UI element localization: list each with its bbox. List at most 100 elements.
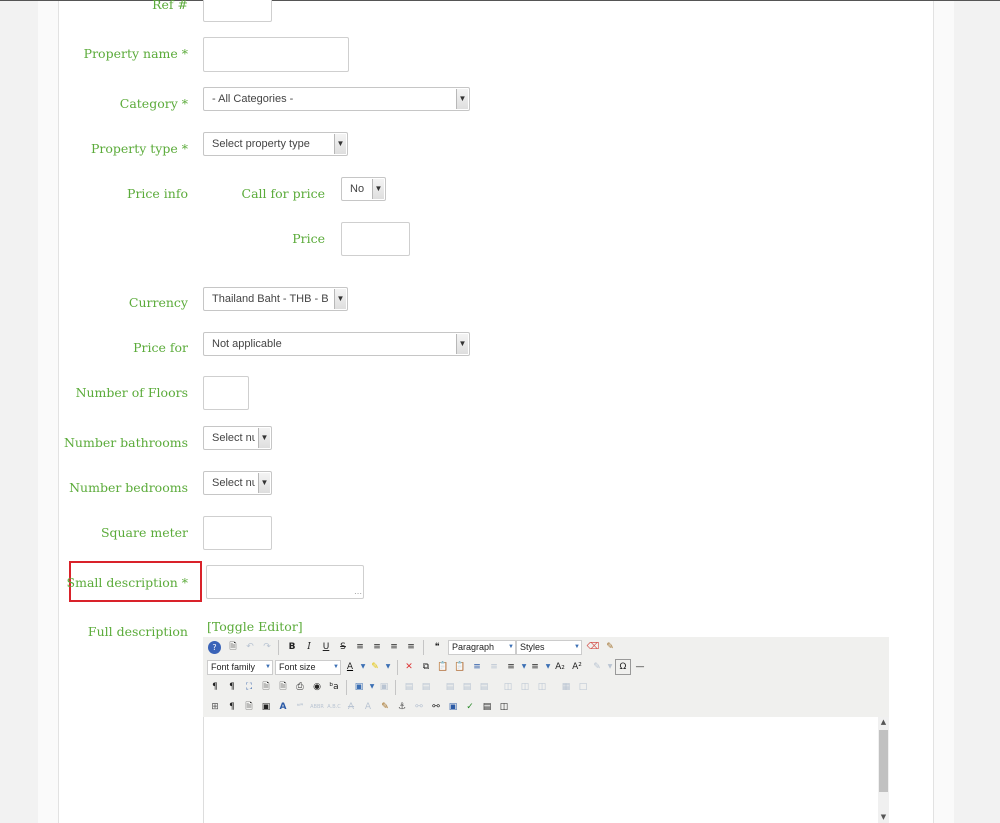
table-props-icon[interactable]: ▤: [442, 679, 458, 695]
separator: [397, 660, 398, 675]
insert-text-icon[interactable]: A: [360, 699, 376, 715]
font-style-icon[interactable]: A: [275, 699, 291, 715]
bathrooms-select[interactable]: Select number ▼: [203, 426, 272, 450]
acronym-icon[interactable]: A.B.C: [326, 699, 342, 715]
ref-input[interactable]: [203, 0, 272, 22]
undo-icon[interactable]: ↶: [242, 639, 258, 655]
quote-icon[interactable]: ❝❞: [292, 699, 308, 715]
insert-media-icon[interactable]: ▣: [258, 699, 274, 715]
paragraph-format-value: Paragraph: [452, 642, 495, 652]
scrollbar-thumb[interactable]: [879, 730, 888, 792]
outdent-icon[interactable]: ≡: [486, 659, 502, 675]
bold-icon[interactable]: B: [284, 639, 300, 655]
abbr-icon[interactable]: ABBR: [309, 699, 325, 715]
delete-image-icon[interactable]: ▣: [376, 679, 392, 695]
align-center-icon[interactable]: ≡: [369, 639, 385, 655]
rich-text-editor-area[interactable]: [203, 717, 889, 823]
underline-icon[interactable]: U: [318, 639, 334, 655]
special-char-icon[interactable]: Ω: [615, 659, 631, 675]
chevron-down-icon: ▼: [334, 134, 346, 154]
price-input[interactable]: [341, 222, 410, 256]
preview-icon[interactable]: 🗎: [258, 679, 274, 695]
table-cell-icon[interactable]: ▤: [459, 679, 475, 695]
chevron-down-icon[interactable]: ▼: [878, 812, 889, 823]
merge-cells-icon[interactable]: ▦: [558, 679, 574, 695]
italic-icon[interactable]: I: [301, 639, 317, 655]
rtl-icon[interactable]: ¶: [224, 679, 240, 695]
small-description-textarea[interactable]: ⋯: [206, 565, 364, 599]
blockquote-icon[interactable]: ❝: [429, 639, 445, 655]
separator: [423, 640, 424, 655]
anchor-icon[interactable]: ⚓: [394, 699, 410, 715]
table-icon[interactable]: ⊞: [207, 699, 223, 715]
chevron-down-icon[interactable]: ▼: [380, 659, 396, 675]
call-for-price-select[interactable]: No ▼: [341, 177, 386, 201]
category-select-value: - All Categories -: [212, 93, 294, 105]
align-justify-icon[interactable]: ≡: [352, 639, 368, 655]
cut-icon[interactable]: ✕: [401, 659, 417, 675]
currency-select[interactable]: Thailand Baht - THB - B ▼: [203, 287, 348, 311]
paste-icon[interactable]: 📋: [435, 659, 451, 675]
new-document-icon[interactable]: 🗎: [225, 639, 241, 655]
ltr-icon[interactable]: ¶: [207, 679, 223, 695]
font-family-select[interactable]: Font family ▼: [207, 660, 273, 675]
currency-label: Currency: [128, 295, 188, 310]
cleanup-brush-icon[interactable]: ✎: [602, 639, 618, 655]
bedrooms-select[interactable]: Select number ▼: [203, 471, 272, 495]
table-delete-icon[interactable]: ▤: [476, 679, 492, 695]
align-left-icon[interactable]: ≡: [386, 639, 402, 655]
delete-text-icon[interactable]: A: [343, 699, 359, 715]
chevron-up-icon[interactable]: ▲: [878, 717, 889, 728]
indent-icon[interactable]: ≡: [469, 659, 485, 675]
eraser-icon[interactable]: ⌫: [585, 639, 601, 655]
category-label: Category *: [119, 96, 188, 111]
attributes-icon[interactable]: ✎: [377, 699, 393, 715]
table-row-after-icon[interactable]: ▤: [418, 679, 434, 695]
separator: [395, 680, 396, 695]
price-for-select[interactable]: Not applicable ▼: [203, 332, 470, 356]
editor-toolbar: ? 🗎 ↶ ↷ B I U S ≡ ≡ ≡ ≡ ❝ Paragraph ▼ Sty…: [203, 637, 889, 717]
paragraph-format-select[interactable]: Paragraph ▼: [448, 640, 516, 655]
category-select[interactable]: - All Categories - ▼: [203, 87, 470, 111]
styles-select[interactable]: Styles ▼: [516, 640, 582, 655]
split-cells-icon[interactable]: □: [575, 679, 591, 695]
col-before-icon[interactable]: ◫: [500, 679, 516, 695]
superscript-icon[interactable]: A²: [569, 659, 585, 675]
floors-label: Number of Floors: [75, 385, 188, 400]
property-name-input[interactable]: [203, 37, 349, 72]
table-row-before-icon[interactable]: ▤: [401, 679, 417, 695]
copy-icon[interactable]: ⧉: [418, 659, 434, 675]
align-right-icon[interactable]: ≡: [403, 639, 419, 655]
template-icon[interactable]: 🗎: [275, 679, 291, 695]
fullscreen-icon[interactable]: ⛶: [241, 679, 257, 695]
print-icon[interactable]: ⎙: [292, 679, 308, 695]
font-size-select[interactable]: Font size ▼: [275, 660, 341, 675]
insert-media-icon[interactable]: ▣: [445, 699, 461, 715]
link-icon[interactable]: ⚯: [428, 699, 444, 715]
price-info-label: Price info: [127, 186, 188, 201]
redo-icon[interactable]: ↷: [259, 639, 275, 655]
toggle-editor-link[interactable]: [Toggle Editor]: [207, 619, 303, 634]
page-break-icon[interactable]: 🗎: [241, 699, 257, 715]
strikethrough-icon[interactable]: S: [335, 639, 351, 655]
replace-icon[interactable]: ᵇa: [326, 679, 342, 695]
property-type-select-value: Select property type: [212, 138, 310, 150]
col-delete-icon[interactable]: ◫: [534, 679, 550, 695]
col-after-icon[interactable]: ◫: [517, 679, 533, 695]
resize-handle-icon[interactable]: ⋯: [354, 589, 362, 598]
unlink-icon[interactable]: ⚯: [411, 699, 427, 715]
spellcheck-icon[interactable]: ✓: [462, 699, 478, 715]
horizontal-rule-icon[interactable]: —: [632, 659, 648, 675]
subscript-icon[interactable]: A₂: [552, 659, 568, 675]
property-type-select[interactable]: Select property type ▼: [203, 132, 348, 156]
help-icon[interactable]: ?: [208, 641, 221, 654]
paste-text-icon[interactable]: 📋: [452, 659, 468, 675]
show-blocks-icon[interactable]: ¶: [224, 699, 240, 715]
visual-aid-icon[interactable]: ◫: [496, 699, 512, 715]
editor-scrollbar[interactable]: ▲ ▼: [878, 717, 889, 823]
layer-icon[interactable]: ▤: [479, 699, 495, 715]
square-meter-input[interactable]: [203, 516, 272, 550]
small-description-label: Small description *: [66, 575, 188, 590]
floors-input[interactable]: [203, 376, 249, 410]
find-icon[interactable]: ◉: [309, 679, 325, 695]
